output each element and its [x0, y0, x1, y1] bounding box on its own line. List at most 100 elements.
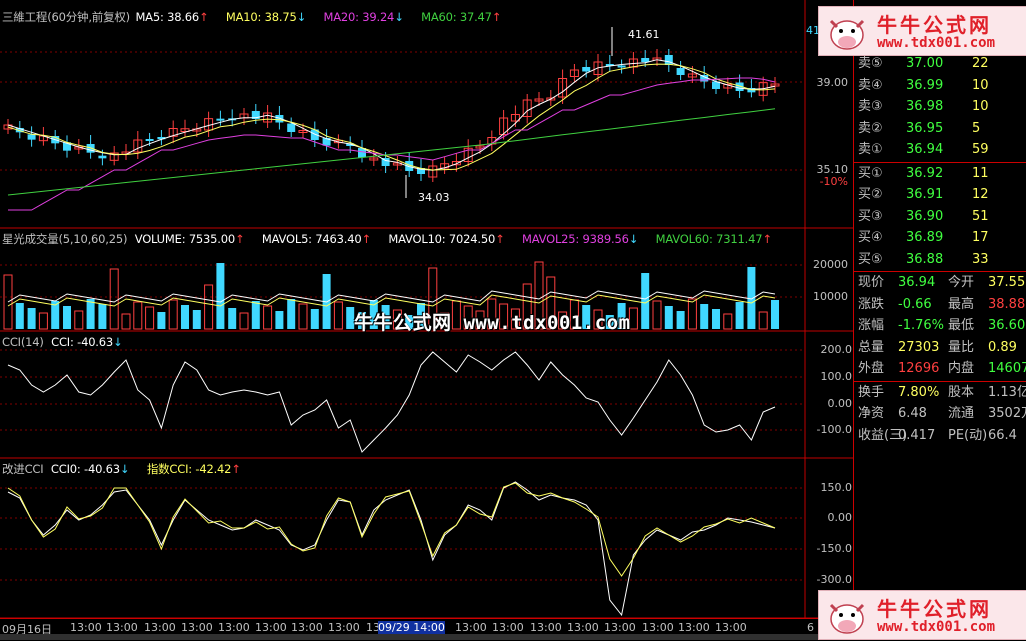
- mavol60-value: MAVOL60: 7311.47: [655, 232, 763, 246]
- volume-bar: [652, 300, 662, 330]
- book-price: 36.91: [906, 187, 944, 202]
- cci-line: [7, 351, 776, 453]
- stat-value: 6.48: [898, 406, 927, 421]
- book-volume: 22: [972, 56, 989, 71]
- stat-value: 0.89: [988, 339, 1017, 355]
- stat-label: 流通: [948, 406, 975, 421]
- book-volume: 10: [972, 77, 989, 93]
- candle-body: [145, 139, 154, 141]
- mavol10-value: MAVOL10: 7024.50: [388, 232, 496, 246]
- stat-row: 外盘 12696 内盘 14607: [854, 358, 1026, 380]
- stat-row: 总量 27303 量比 0.89: [854, 337, 1026, 359]
- order-book-row: 买③ 36.90 51: [854, 206, 1026, 228]
- price-axis-label: 39.00: [817, 76, 849, 89]
- stat-row: 涨幅 -1.76% 最低 36.60: [854, 315, 1026, 337]
- candle-body: [664, 55, 673, 65]
- low-label: 34.03: [418, 191, 450, 204]
- mavol5-up-arrow-icon: ↑: [361, 232, 371, 246]
- volume-bar: [239, 312, 249, 330]
- volume-bar: [275, 311, 284, 329]
- time-axis-label: 13:00: [455, 621, 487, 634]
- cci-axis-label: -100.0: [817, 423, 852, 436]
- book-level-label: 卖②: [858, 120, 883, 136]
- candle-body: [617, 65, 626, 68]
- stat-label: 外盘: [858, 361, 885, 376]
- stat-label: 现价: [858, 275, 885, 290]
- cci-panel-header: CCI(14) CCI: -40.63↓: [2, 335, 130, 349]
- book-volume: 51: [972, 208, 989, 224]
- book-volume: 10: [972, 99, 989, 114]
- stock-title: 三維工程(60分钟,前复权): [2, 10, 130, 24]
- stat-row: 现价 36.94 今开 37.55: [854, 272, 1026, 294]
- stat-value: 36.60: [988, 318, 1026, 333]
- stat-row: 收益(三) 0.417 PE(动) 66.4: [854, 425, 1026, 447]
- volume-bar: [723, 313, 733, 330]
- volume-bar: [86, 299, 95, 329]
- book-level-label: 卖④: [858, 77, 883, 93]
- stat-value: -0.66: [898, 296, 932, 312]
- cci2-axis-label: -300.0: [817, 573, 852, 586]
- book-level-label: 买③: [858, 208, 883, 224]
- kline-chart-area[interactable]: 39.00 35.10 -10% 41 20000 10000 200.0 100.0 0.00…: [0, 0, 853, 640]
- order-book-row: 卖③ 36.98 10: [854, 96, 1026, 118]
- price-axis-label: -10%: [820, 175, 848, 188]
- ma20-down-arrow-icon: ↓: [394, 10, 404, 24]
- stat-label: 换手: [858, 384, 885, 400]
- order-book-row: 卖① 36.94 59: [854, 139, 1026, 161]
- book-price: 36.98: [906, 99, 944, 114]
- volume-bar: [298, 303, 308, 330]
- index-cci-line: [7, 482, 776, 577]
- cci-indicator-name: CCI(14): [2, 335, 44, 349]
- volume-bar: [712, 309, 720, 329]
- volume-bar: [747, 267, 756, 329]
- logo-title: 牛牛公式网: [877, 13, 992, 37]
- time-axis-label: 13:00: [181, 621, 213, 634]
- book-price: 36.88: [906, 251, 944, 267]
- ma5-value: MA5: 38.66: [135, 10, 199, 24]
- mavol60-up-arrow-icon: ↑: [762, 232, 772, 246]
- volume-bar: [145, 306, 155, 330]
- stat-value: 14607: [988, 361, 1026, 376]
- stat-label: 涨幅: [858, 318, 885, 333]
- candle-body: [287, 123, 296, 132]
- book-level-label: 卖③: [858, 99, 883, 114]
- ma10-down-arrow-icon: ↓: [296, 10, 307, 24]
- mavol25-value: MAVOL25: 9389.56: [522, 232, 629, 246]
- stat-label: 净资: [858, 406, 885, 421]
- stat-value: 36.94: [898, 275, 936, 290]
- volume-bar: [228, 308, 237, 329]
- order-book-row: 卖② 36.95 5: [854, 118, 1026, 140]
- quote-panel: 卖⑤ 37.00 22 卖④ 36.99 10 卖③ 36.98 10 卖② 36.95 5 卖① 36.…: [853, 0, 1026, 640]
- book-level-label: 卖①: [858, 142, 883, 157]
- book-volume: 11: [972, 165, 989, 181]
- volume-axis-label: 20000: [813, 258, 848, 271]
- volume-bar: [168, 299, 178, 330]
- time-axis-label: 13:00: [255, 621, 287, 634]
- volume-bar: [758, 311, 768, 330]
- candle-body: [582, 67, 591, 72]
- volume-bar: [133, 301, 143, 330]
- time-axis-label: 09/29 14:00: [378, 621, 445, 634]
- time-axis-label: 6: [807, 621, 814, 634]
- stat-label: 总量: [858, 339, 885, 355]
- book-volume: 59: [972, 142, 989, 157]
- volume-axis-label: 10000: [813, 290, 848, 303]
- high-label: 41.61: [628, 28, 660, 41]
- volume-bar: [74, 310, 84, 330]
- candle-body: [216, 118, 225, 121]
- time-axis-label: 13:00: [530, 621, 562, 634]
- ma10-value: MA10: 38.75: [225, 10, 297, 24]
- index-cci-up-arrow-icon: ↑: [231, 462, 241, 476]
- stat-label: 今开: [948, 275, 975, 290]
- book-volume: 12: [972, 187, 989, 202]
- volume-bar: [687, 298, 697, 330]
- volume-bar: [121, 313, 131, 330]
- book-level-label: 买④: [858, 230, 883, 245]
- volume-bar: [98, 304, 107, 329]
- time-axis-label: 13:00: [218, 621, 250, 634]
- ma20-value: MA20: 39.24: [323, 10, 395, 24]
- cci-axis-label: 100.0: [821, 370, 853, 383]
- bottom-tab-bar[interactable]: [0, 634, 853, 640]
- stat-value: 3502万: [988, 406, 1026, 421]
- candle-body: [676, 68, 685, 75]
